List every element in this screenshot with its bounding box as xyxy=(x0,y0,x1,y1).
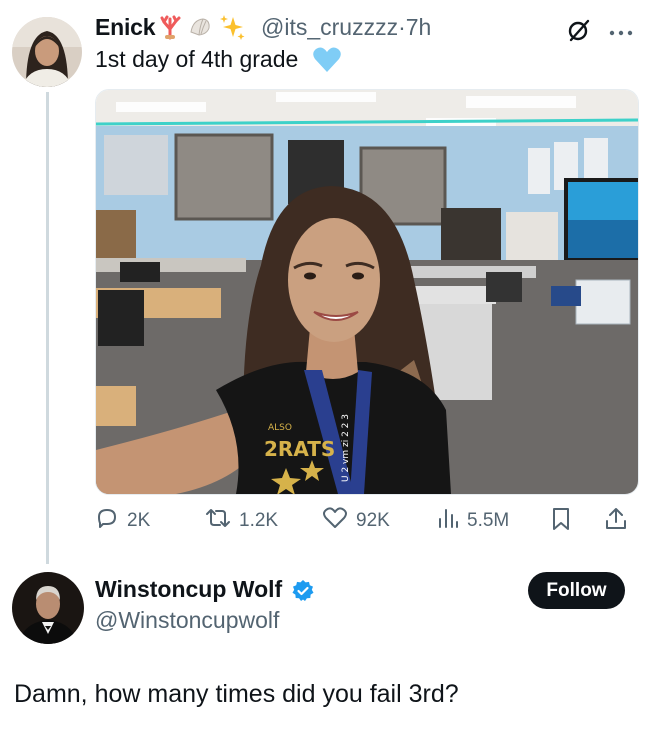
coral-emoji xyxy=(157,14,183,45)
reply-author-handle[interactable]: @Winstoncupwolf xyxy=(95,607,279,634)
tweet-text: 1st day of 4th grade xyxy=(95,46,299,72)
name-emojis xyxy=(157,14,247,44)
share-button[interactable] xyxy=(604,506,628,538)
reply-text: Damn, how many times did you fail 3rd? xyxy=(14,680,459,708)
like-count: 92K xyxy=(356,510,390,531)
light-blue-heart-emoji xyxy=(312,46,342,79)
author-avatar[interactable] xyxy=(12,17,82,87)
bookmark-icon xyxy=(550,506,572,538)
views-count: 5.5M xyxy=(467,510,510,531)
reply-author-avatar[interactable] xyxy=(12,572,84,644)
reply-count: 2K xyxy=(127,510,151,531)
author-handle[interactable]: @its_cruzzzz xyxy=(261,14,398,40)
verified-badge-icon[interactable] xyxy=(291,579,315,608)
heart-icon xyxy=(322,506,348,536)
analytics-icon xyxy=(437,506,459,536)
author-name[interactable]: Enick xyxy=(95,14,156,41)
share-icon xyxy=(604,506,628,538)
repost-count: 1.2K xyxy=(239,510,279,531)
like-button[interactable]: 92K xyxy=(322,506,390,536)
more-options-icon[interactable] xyxy=(608,24,634,42)
author-handle-time[interactable]: @its_cruzzzz·7h xyxy=(261,14,431,41)
shirt-text: ALSO xyxy=(268,423,292,433)
thread-line xyxy=(46,92,49,564)
sparkles-emoji xyxy=(217,13,247,46)
shell-emoji xyxy=(187,14,213,45)
reply-author-name[interactable]: Winstoncup Wolf xyxy=(95,576,282,603)
follow-button[interactable]: Follow xyxy=(528,572,625,609)
grok-slash-icon[interactable] xyxy=(566,17,592,48)
tweet-photo[interactable]: ALSO 2RATS U 2 vm zi 2 2 3 xyxy=(95,89,639,495)
lanyard-text: U 2 vm zi 2 2 3 xyxy=(341,414,351,482)
repost-icon xyxy=(205,506,231,536)
shirt-graphic-text: 2RATS xyxy=(264,437,335,461)
post-time[interactable]: 7h xyxy=(406,14,432,40)
separator-dot: · xyxy=(398,14,406,40)
bookmark-button[interactable] xyxy=(550,506,572,538)
reply-icon xyxy=(95,506,119,536)
reply-button[interactable]: 2K xyxy=(95,506,150,536)
views-button[interactable]: 5.5M xyxy=(437,506,509,536)
repost-button[interactable]: 1.2K xyxy=(205,506,278,536)
